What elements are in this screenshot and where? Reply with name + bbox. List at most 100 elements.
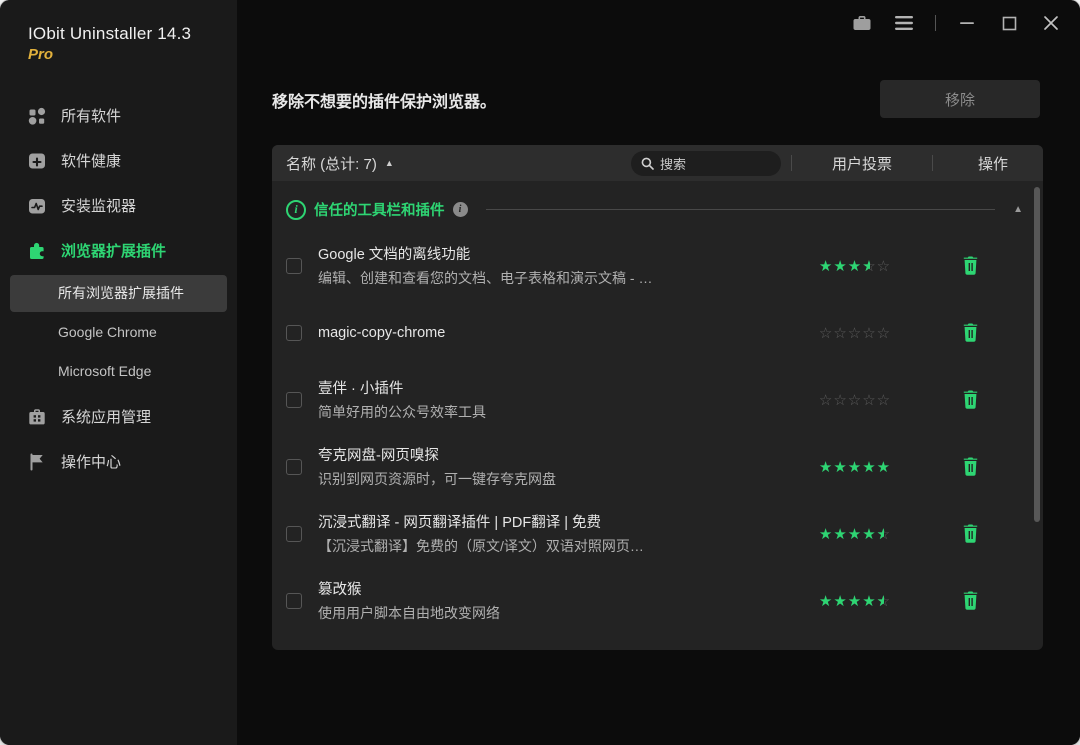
sidebar-item-label: 软件健康 [61, 153, 122, 170]
star-icon: ☆ [876, 391, 892, 409]
trash-icon[interactable] [960, 522, 981, 545]
group-label: 信任的工具栏和插件 [314, 203, 445, 219]
sidebar-subitem-google-chrome[interactable]: Google Chrome [10, 314, 227, 351]
apps-grid-icon [27, 106, 47, 126]
sidebar-subitem-microsoft-edge[interactable]: Microsoft Edge [10, 353, 227, 390]
trusted-group-header[interactable]: i 信任的工具栏和插件 i ▲ [272, 187, 1043, 232]
trash-icon[interactable] [960, 321, 981, 344]
search-placeholder: 搜索 [660, 156, 687, 172]
star-icon: ★ [833, 257, 848, 275]
star-icon: ★ [833, 592, 848, 610]
star-icon: ★☆ [876, 525, 892, 543]
plugin-checkbox[interactable] [286, 525, 302, 542]
plugin-name: 壹伴 · 小插件 [318, 381, 404, 397]
sidebar-item-label: 操作中心 [61, 454, 122, 471]
browser-extensions-sublist: 所有浏览器扩展插件 Google Chrome Microsoft Edge [0, 275, 237, 390]
trash-icon[interactable] [960, 254, 981, 277]
app-window: IObit Uninstaller 14.3 Pro 所有软件 软件健康 安装监… [0, 0, 1080, 745]
info-icon[interactable]: i [452, 202, 468, 217]
plugin-text: magic-copy-chrome [318, 325, 793, 341]
plugin-text: Google 文档的离线功能 编辑、创建和查看您的文档、电子表格和演示文稿 - … [318, 243, 793, 288]
star-icon: ☆ [833, 324, 848, 342]
plugin-description: 编辑、创建和查看您的文档、电子表格和演示文稿 - … [318, 270, 653, 286]
group-divider [485, 209, 996, 210]
sidebar-item-browser-extensions[interactable]: 浏览器扩展插件 [0, 228, 237, 273]
plugin-checkbox[interactable] [286, 324, 302, 341]
plugin-rating: ☆☆☆☆☆ [793, 391, 917, 409]
sort-ascending-icon: ▲ [384, 158, 394, 168]
plugin-row: magic-copy-chrome ☆☆☆☆☆ [272, 299, 1043, 366]
sidebar-item-all-software[interactable]: 所有软件 [0, 93, 237, 138]
sidebar-item-system-apps[interactable]: 系统应用管理 [0, 394, 237, 439]
sidebar-item-label: 系统应用管理 [61, 409, 152, 426]
pro-badge: Pro [28, 46, 54, 63]
plugin-checkbox[interactable] [286, 391, 302, 408]
plugin-text: 篡改猴 使用用户脚本自由地改变网络 [318, 578, 793, 623]
star-icon: ★☆ [862, 257, 877, 275]
plugin-description: 简单好用的公众号效率工具 [318, 404, 486, 420]
star-icon: ★ [862, 525, 877, 543]
sidebar-subitem-all-browser-extensions[interactable]: 所有浏览器扩展插件 [10, 275, 227, 312]
star-icon: ★ [847, 458, 863, 476]
trash-icon[interactable] [960, 388, 981, 411]
star-icon: ☆ [847, 324, 863, 342]
plugin-actions [917, 589, 1023, 612]
titlebar [851, 12, 1062, 34]
plugin-text: 沉浸式翻译 - 网页翻译插件 | PDF翻译 | 免费 【沉浸式翻译】免费的（原… [318, 511, 793, 556]
star-icon: ☆ [862, 391, 877, 409]
search-input[interactable]: 搜索 [631, 150, 781, 176]
menu-icon[interactable] [893, 12, 915, 34]
star-icon: ☆ [862, 324, 877, 342]
plugin-actions [917, 254, 1023, 277]
column-separator [791, 155, 792, 171]
sidebar-item-action-center[interactable]: 操作中心 [0, 439, 237, 484]
list-header: 名称 (总计: 7) ▲ 搜索 用户投票 操作 [272, 145, 1043, 181]
plugin-rating: ★★★★☆☆ [793, 257, 917, 275]
sidebar: IObit Uninstaller 14.3 Pro 所有软件 软件健康 安装监… [0, 0, 237, 745]
plugin-name: 沉浸式翻译 - 网页翻译插件 | PDF翻译 | 免费 [318, 515, 602, 531]
star-icon: ☆ [818, 391, 834, 409]
plugin-actions [917, 388, 1023, 411]
puzzle-icon [27, 241, 47, 261]
star-icon: ★ [876, 458, 892, 476]
plugin-actions [917, 455, 1023, 478]
star-icon: ★ [818, 525, 834, 543]
star-icon: ☆ [876, 324, 892, 342]
star-icon: ★ [847, 257, 863, 275]
trash-icon[interactable] [960, 455, 981, 478]
plugin-description: 识别到网页资源时，可一键存夸克网盘 [318, 471, 556, 487]
votes-column-header[interactable]: 用户投票 [802, 153, 922, 174]
sidebar-nav: 所有软件 软件健康 安装监视器 浏览器扩展插件 所有浏览器扩展插件 Google… [0, 93, 237, 484]
collapse-icon[interactable]: ▲ [1013, 204, 1023, 215]
sidebar-item-label: 安装监视器 [61, 198, 137, 215]
plugin-name: 夸克网盘-网页嗅探 [318, 448, 439, 464]
plugin-checkbox[interactable] [286, 257, 302, 274]
maximize-button[interactable] [998, 12, 1020, 34]
close-button[interactable] [1040, 12, 1062, 34]
flag-icon [27, 452, 47, 472]
plugin-row: Google 文档的离线功能 编辑、创建和查看您的文档、电子表格和演示文稿 - … [272, 232, 1043, 299]
remove-button[interactable]: 移除 [880, 80, 1040, 118]
minimize-button[interactable] [956, 12, 978, 34]
sidebar-item-install-monitor[interactable]: 安装监视器 [0, 183, 237, 228]
toolbox-icon[interactable] [851, 12, 873, 34]
actions-column-header[interactable]: 操作 [943, 153, 1043, 174]
main-area: 移除不想要的插件保护浏览器。 移除 名称 (总计: 7) ▲ 搜索 用户投票 操… [237, 0, 1080, 745]
name-column-header[interactable]: 名称 (总计: 7) ▲ [272, 153, 631, 174]
trash-icon[interactable] [960, 589, 981, 612]
install-monitor-icon [27, 196, 47, 216]
sidebar-item-software-health[interactable]: 软件健康 [0, 138, 237, 183]
star-icon: ☆ [876, 257, 892, 275]
star-icon: ★ [833, 525, 848, 543]
plugin-row: 篡改猴 使用用户脚本自由地改变网络 ★★★★★☆ [272, 567, 1043, 634]
plugin-rating: ★★★★★☆ [793, 525, 917, 543]
plugin-rating: ★★★★★☆ [793, 592, 917, 610]
plugin-checkbox[interactable] [286, 592, 302, 609]
star-icon: ★ [862, 458, 877, 476]
scrollbar-thumb[interactable] [1034, 187, 1040, 522]
star-icon: ★ [818, 458, 834, 476]
plugin-name: magic-copy-chrome [318, 324, 446, 341]
plugin-checkbox[interactable] [286, 458, 302, 475]
sidebar-item-label: 所有软件 [61, 108, 122, 125]
titlebar-separator [935, 15, 936, 31]
